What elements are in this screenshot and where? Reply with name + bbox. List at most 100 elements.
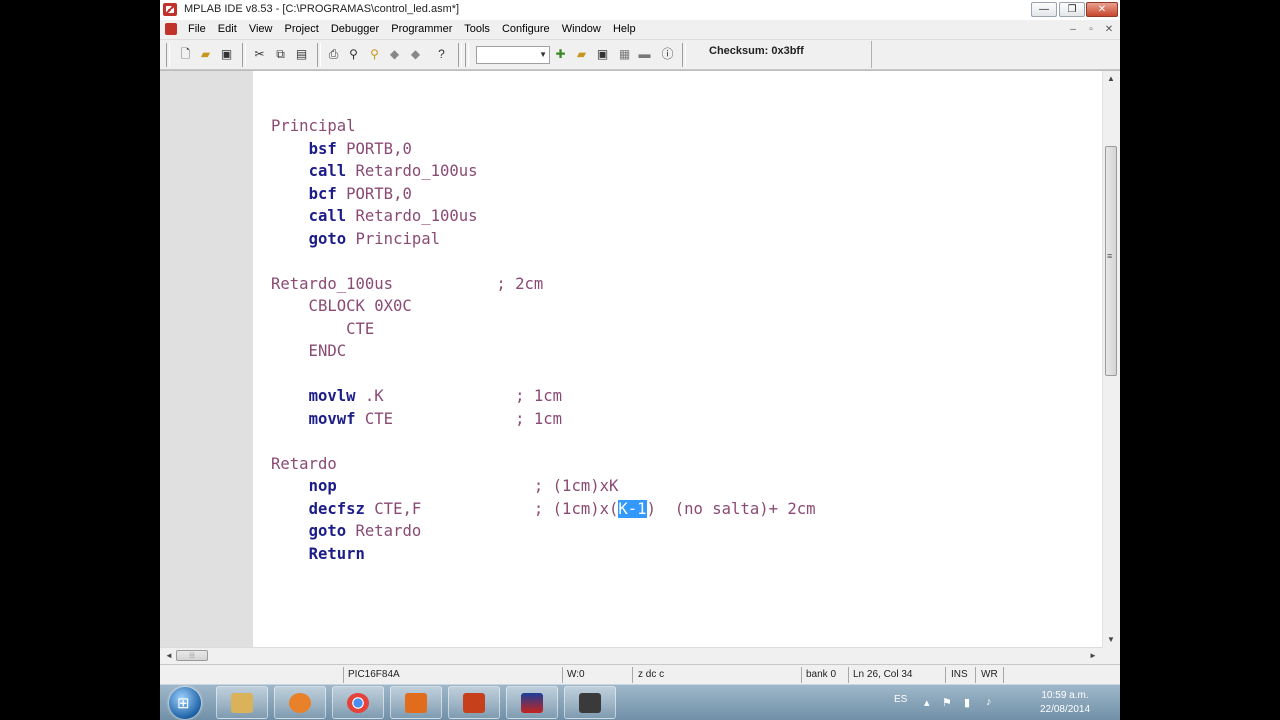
- scroll-down-icon[interactable]: ▼: [1107, 635, 1115, 644]
- bookmark-icon[interactable]: ◆: [387, 47, 402, 62]
- menu-view[interactable]: View: [249, 23, 273, 35]
- horizontal-scroll-thumb[interactable]: ⦙⦙⦙: [176, 650, 208, 661]
- label-principal: Principal: [271, 117, 356, 135]
- selected-text[interactable]: K-1: [618, 499, 647, 518]
- menu-window[interactable]: Window: [562, 23, 601, 35]
- scroll-left-icon[interactable]: ◄: [165, 651, 173, 660]
- status-separator: [975, 667, 976, 683]
- status-bank: bank 0: [806, 669, 837, 680]
- checksum-label: Checksum: 0x3bff: [709, 45, 804, 57]
- windows-logo-icon: ⊞: [177, 695, 190, 712]
- status-w-register: W:0: [567, 669, 585, 680]
- menu-help[interactable]: Help: [613, 23, 636, 35]
- menu-bar: File Edit View Project Debugger Programm…: [160, 20, 1120, 40]
- menu-project[interactable]: Project: [285, 23, 319, 35]
- find-icon[interactable]: ⚲: [346, 47, 361, 62]
- taskbar-chrome[interactable]: [332, 686, 384, 719]
- new-project-icon[interactable]: ✚: [553, 47, 568, 62]
- cut-icon[interactable]: ✂: [252, 47, 267, 62]
- tray-expand-icon[interactable]: ▴: [924, 696, 930, 709]
- taskbar-camera-app[interactable]: [564, 686, 616, 719]
- status-write-mode: WR: [981, 669, 998, 680]
- toolbar-separator: [458, 43, 462, 67]
- paste-icon[interactable]: ▤: [294, 47, 309, 62]
- toolbar-separator: [242, 43, 246, 67]
- status-bar: PIC16F84A W:0 z dc c bank 0 Ln 26, Col 3…: [160, 664, 1120, 685]
- status-flags: z dc c: [638, 669, 665, 680]
- bookmark-next-icon[interactable]: ◆: [408, 47, 423, 62]
- make-icon[interactable]: ▬: [637, 47, 652, 62]
- status-separator: [562, 667, 563, 683]
- toolbar-separator: [166, 43, 170, 67]
- menu-file[interactable]: File: [188, 23, 206, 35]
- tray-network-icon[interactable]: ▮: [964, 696, 970, 709]
- taskbar-file-explorer[interactable]: [216, 686, 268, 719]
- status-line-col: Ln 26, Col 34: [853, 669, 913, 680]
- status-separator: [801, 667, 802, 683]
- close-button[interactable]: ✕: [1086, 2, 1118, 17]
- minimize-button[interactable]: —: [1031, 2, 1057, 17]
- open-project-icon[interactable]: ▰: [574, 47, 589, 62]
- mplab-logo-icon: [163, 3, 177, 16]
- chevron-down-icon: ▼: [539, 50, 547, 59]
- status-insert-mode: INS: [951, 669, 968, 680]
- tray-volume-icon[interactable]: ♪: [986, 696, 992, 708]
- taskbar-powerpoint[interactable]: [448, 686, 500, 719]
- help-icon[interactable]: ?: [434, 47, 449, 62]
- menu-edit[interactable]: Edit: [218, 23, 237, 35]
- new-file-icon[interactable]: 🗋: [178, 47, 193, 62]
- clock-date: 22/08/2014: [1039, 704, 1091, 715]
- camera-icon: [579, 693, 601, 713]
- editor-gutter[interactable]: [160, 71, 253, 648]
- mplab-icon: [521, 693, 543, 713]
- open-folder-icon[interactable]: ▰: [198, 47, 213, 62]
- maximize-button[interactable]: ❐: [1059, 2, 1085, 17]
- tray-flag-icon[interactable]: ⚑: [942, 696, 952, 709]
- mdi-close-button[interactable]: ✕: [1102, 23, 1116, 36]
- scroll-up-icon[interactable]: ▲: [1107, 74, 1115, 83]
- status-separator: [632, 667, 633, 683]
- tray-language[interactable]: ES: [894, 694, 907, 705]
- build-icon[interactable]: ▦: [617, 47, 632, 62]
- copy-icon[interactable]: ⧉: [273, 47, 288, 62]
- document-icon[interactable]: [165, 23, 177, 35]
- print-icon[interactable]: ⎙: [326, 47, 341, 62]
- vertical-scroll-thumb[interactable]: [1105, 146, 1117, 376]
- status-device: PIC16F84A: [348, 669, 400, 680]
- powerpoint-icon: [463, 693, 485, 713]
- find-in-files-icon[interactable]: ⚲: [367, 47, 382, 62]
- horizontal-scrollbar[interactable]: ◄ ⦙⦙⦙ ►: [160, 647, 1103, 664]
- presenter-icon: [405, 693, 427, 713]
- code-editor[interactable]: Principal bsf PORTB,0 call Retardo_100us…: [160, 70, 1120, 648]
- taskbar-mplab[interactable]: [506, 686, 558, 719]
- taskbar-media-player[interactable]: [274, 686, 326, 719]
- folder-icon: [231, 693, 253, 713]
- status-separator: [343, 667, 344, 683]
- save-icon[interactable]: ▣: [219, 47, 234, 62]
- menu-tools[interactable]: Tools: [464, 23, 490, 35]
- mdi-restore-button[interactable]: ▫: [1084, 23, 1098, 36]
- save-project-icon[interactable]: ▣: [595, 47, 610, 62]
- build-config-select[interactable]: ▼: [476, 46, 550, 64]
- vertical-scrollbar[interactable]: ▲ ▼: [1102, 71, 1120, 648]
- tray-clock[interactable]: 10:59 a.m. 22/08/2014: [1030, 689, 1100, 717]
- start-button[interactable]: ⊞: [169, 687, 201, 719]
- window-title: MPLAB IDE v8.53 - [C:\PROGRAMAS\control_…: [184, 3, 460, 15]
- media-player-icon: [289, 693, 311, 713]
- toolbar-separator: [682, 43, 686, 67]
- info-icon[interactable]: ⓘ: [660, 47, 675, 62]
- status-separator: [1003, 667, 1004, 683]
- menu-debugger[interactable]: Debugger: [331, 23, 379, 35]
- menu-configure[interactable]: Configure: [502, 23, 550, 35]
- code-text[interactable]: Principal bsf PORTB,0 call Retardo_100us…: [271, 115, 816, 565]
- title-bar: MPLAB IDE v8.53 - [C:\PROGRAMAS\control_…: [160, 0, 1120, 21]
- toolbar-separator: [871, 41, 872, 68]
- taskbar-presenter[interactable]: [390, 686, 442, 719]
- menu-programmer[interactable]: Programmer: [391, 23, 452, 35]
- mplab-window: MPLAB IDE v8.53 - [C:\PROGRAMAS\control_…: [160, 0, 1120, 720]
- toolbar-separator: [317, 43, 321, 67]
- scroll-right-icon[interactable]: ►: [1089, 651, 1097, 660]
- status-separator: [945, 667, 946, 683]
- mdi-minimize-button[interactable]: –: [1066, 23, 1080, 36]
- status-separator: [848, 667, 849, 683]
